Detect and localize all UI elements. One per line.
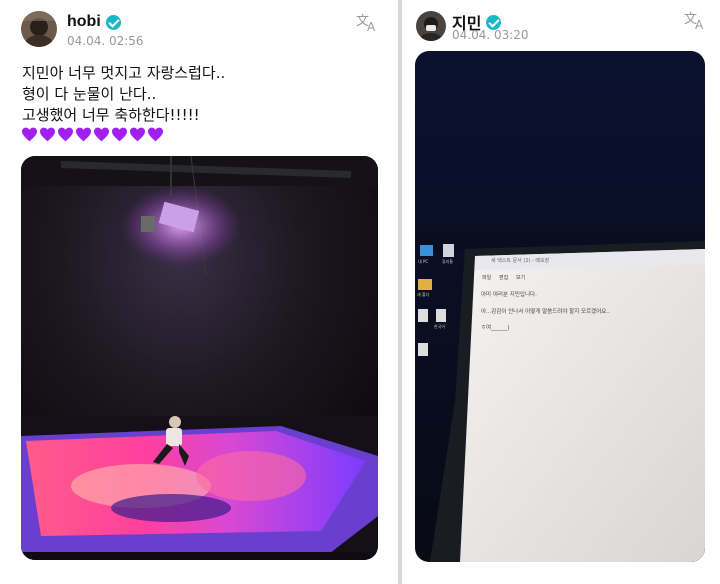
purple-heart-icon	[148, 127, 163, 142]
svg-text:A: A	[695, 18, 704, 30]
notepad-menu-edit[interactable]: 편집	[499, 274, 508, 281]
desktop-icon-label: 휴지통	[442, 258, 453, 264]
purple-heart-icon	[22, 127, 37, 142]
post-timestamp: 04.04. 02:56	[67, 34, 144, 48]
purple-heart-icon	[58, 127, 73, 142]
notepad-menu-file[interactable]: 파일	[482, 274, 492, 281]
verified-badge-icon	[105, 14, 121, 30]
username[interactable]: hobi	[67, 13, 121, 31]
note-line: 아미 여러분 지민입니다.	[481, 290, 537, 298]
post-card-jimin: 지민 04.04. 03:20 文 A 새 텍스트 문서 (2) - 메모장 파…	[402, 0, 720, 584]
note-line: ㅎ여______|	[481, 323, 510, 331]
purple-heart-icon	[40, 127, 55, 142]
note-line: 아...감감이 안나서 어떻게 말씀드려야 할지 모르겠어요..	[481, 307, 610, 315]
post-body: 지민아 너무 멋지고 자랑스럽다.. 형이 다 눈물이 난다.. 고생했어 너무…	[22, 63, 225, 126]
notepad-title: 새 텍스트 문서 (2) - 메모장	[491, 257, 550, 264]
post-photo[interactable]	[21, 156, 378, 560]
avatar[interactable]	[416, 11, 446, 41]
avatar[interactable]	[21, 11, 57, 47]
purple-heart-icon	[94, 127, 109, 142]
desktop-icon-label: 새 폴더	[417, 291, 430, 297]
post-card-hobi: hobi 04.04. 02:56 文 A 지민아 너무 멋지고 자랑스럽다..…	[0, 0, 398, 584]
translate-icon[interactable]: 文 A	[684, 10, 708, 32]
purple-heart-icon	[130, 127, 145, 142]
post-line: 고생했어 너무 축하한다!!!!!	[22, 106, 200, 124]
post-timestamp: 04.04. 03:20	[452, 28, 529, 42]
translate-icon[interactable]: 文 A	[356, 12, 380, 34]
post-line: 형이 다 눈물이 난다..	[22, 85, 157, 103]
notepad-menu-view[interactable]: 보기	[516, 274, 525, 281]
desktop-icon-label: 내 PC	[418, 258, 428, 264]
post-line: 지민아 너무 멋지고 자랑스럽다..	[22, 64, 226, 82]
purple-hearts	[21, 127, 164, 142]
post-photo[interactable]: 새 텍스트 문서 (2) - 메모장 파일 편집 보기 아미 여러분 지민입니다…	[415, 51, 705, 562]
purple-heart-icon	[112, 127, 127, 142]
purple-heart-icon	[76, 127, 91, 142]
svg-text:A: A	[367, 20, 376, 32]
desktop-icon-label: 한국어	[434, 323, 445, 329]
